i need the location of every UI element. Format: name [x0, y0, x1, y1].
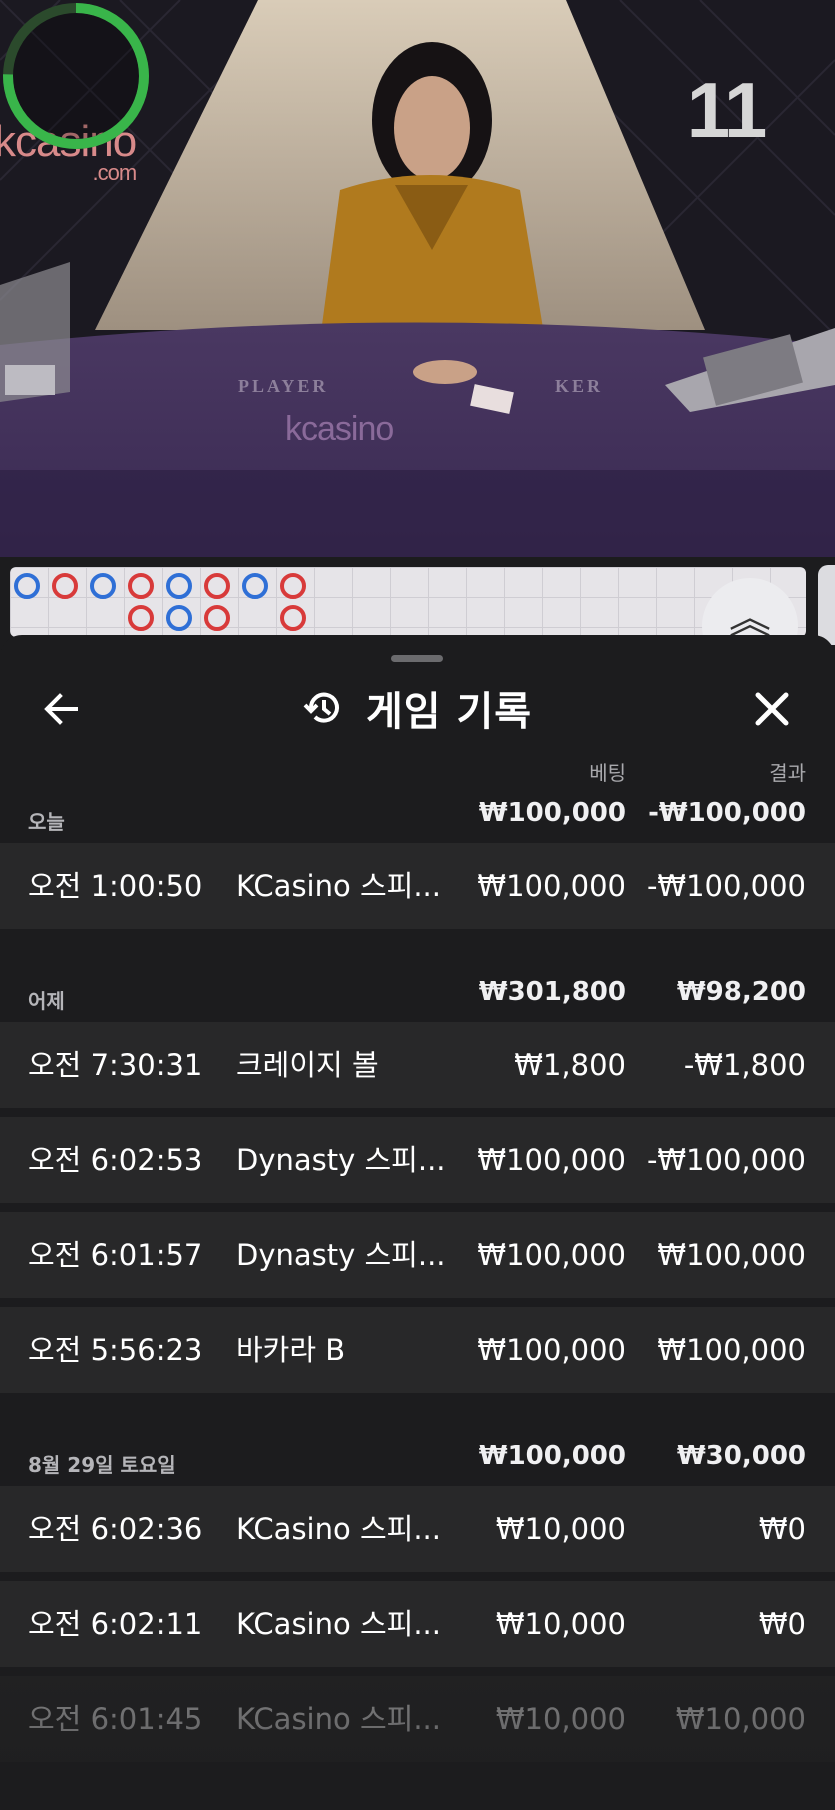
bead-banker — [128, 605, 154, 631]
sheet-drag-handle[interactable] — [391, 655, 443, 662]
sheet-header: 게임 기록 — [0, 679, 835, 737]
column-header-bet: 베팅 — [589, 761, 626, 785]
row-game: Dynasty 스피... — [236, 1143, 446, 1177]
row-bet: ₩10,000 — [495, 1702, 626, 1736]
row-time: 오전 6:02:53 — [28, 1143, 203, 1177]
row-time: 오전 6:01:57 — [28, 1238, 203, 1272]
bead-banker — [128, 573, 154, 599]
section-total-bet: ₩100,000 — [478, 798, 626, 828]
row-result: -₩1,800 — [683, 1048, 806, 1082]
page-title: 게임 기록 — [365, 689, 533, 735]
row-game: Dynasty 스피... — [236, 1238, 446, 1272]
row-result: -₩100,000 — [646, 1143, 806, 1177]
section-total-bet: ₩301,800 — [478, 977, 626, 1007]
bead-banker — [204, 573, 230, 599]
row-bet: ₩1,800 — [514, 1048, 626, 1082]
row-bet: ₩100,000 — [477, 1238, 626, 1272]
row-time: 오전 5:56:23 — [28, 1333, 203, 1367]
row-game: 바카라 B — [236, 1333, 346, 1367]
row-result: ₩100,000 — [657, 1238, 806, 1272]
bead-road-map[interactable] — [10, 567, 806, 637]
row-game: KCasino 스피... — [236, 1512, 441, 1546]
history-clock-icon — [303, 692, 339, 723]
section-total-result: ₩98,200 — [676, 977, 806, 1007]
history-row[interactable]: 오전 5:56:23 바카라 B ₩100,000 ₩100,000 — [0, 1307, 835, 1393]
section-date-label: 어제 — [28, 989, 65, 1013]
row-bet: ₩100,000 — [477, 1143, 626, 1177]
section-total-result: ₩30,000 — [676, 1441, 806, 1471]
history-row[interactable]: 오전 7:30:31 크레이지 볼 ₩1,800 -₩1,800 — [0, 1022, 835, 1108]
history-row[interactable]: 오전 1:00:50 KCasino 스피... ₩100,000 -₩100,… — [0, 843, 835, 929]
row-result: ₩0 — [758, 1512, 806, 1546]
history-row[interactable]: 오전 6:01:45 KCasino 스피... ₩10,000 ₩10,000 — [0, 1676, 835, 1762]
row-game: KCasino 스피... — [236, 1702, 441, 1736]
chevron-double-up-icon: ︽ — [728, 594, 771, 643]
section-total-bet: ₩100,000 — [478, 1441, 626, 1471]
row-result: ₩10,000 — [675, 1702, 806, 1736]
column-header-result: 결과 — [769, 761, 806, 785]
history-row[interactable]: 오전 6:02:11 KCasino 스피... ₩10,000 ₩0 — [0, 1581, 835, 1667]
bead-player — [242, 573, 268, 599]
bead-player — [166, 573, 192, 599]
table-label-player: PLAYER — [238, 376, 329, 396]
bead-player — [166, 605, 192, 631]
row-time: 오전 7:30:31 — [28, 1048, 203, 1082]
bead-banker — [280, 605, 306, 631]
section-date-label: 오늘 — [28, 810, 65, 834]
row-time: 오전 6:02:11 — [28, 1607, 203, 1641]
bead-banker — [52, 573, 78, 599]
bead-banker — [204, 605, 230, 631]
row-game: KCasino 스피... — [236, 869, 441, 903]
bead-player — [14, 573, 40, 599]
row-result: -₩100,000 — [646, 869, 806, 903]
row-bet: ₩100,000 — [477, 1333, 626, 1367]
live-video-feed: kcasino .com PLAYER KER kcasino 11 — [0, 0, 835, 557]
row-bet: ₩100,000 — [477, 869, 626, 903]
history-row[interactable]: 오전 6:02:36 KCasino 스피... ₩10,000 ₩0 — [0, 1486, 835, 1572]
side-panel-edge[interactable] — [818, 565, 835, 645]
section-total-result: -₩100,000 — [648, 798, 806, 828]
countdown-timer-ring — [3, 3, 149, 149]
row-game: 크레이지 볼 — [236, 1048, 379, 1082]
game-history-sheet: 게임 기록 베팅 결과 오늘 ₩100,000 -₩100,000 오전 1:0… — [0, 635, 835, 1810]
section-date-label: 8월 29일 토요일 — [28, 1453, 176, 1477]
row-result: ₩0 — [758, 1607, 806, 1641]
row-time: 오전 1:00:50 — [28, 869, 203, 903]
history-row[interactable]: 오전 6:02:53 Dynasty 스피... ₩100,000 -₩100,… — [0, 1117, 835, 1203]
row-time: 오전 6:01:45 — [28, 1702, 203, 1736]
row-game: KCasino 스피... — [236, 1607, 441, 1641]
table-label-banker: KER — [555, 376, 604, 396]
bead-banker — [280, 573, 306, 599]
row-result: ₩100,000 — [657, 1333, 806, 1367]
bead-player — [90, 573, 116, 599]
history-row[interactable]: 오전 6:01:57 Dynasty 스피... ₩100,000 ₩100,0… — [0, 1212, 835, 1298]
countdown-timer-value: 11 — [686, 66, 767, 154]
table-brand-logo: kcasino — [285, 410, 394, 448]
close-icon — [755, 692, 789, 726]
row-time: 오전 6:02:36 — [28, 1512, 203, 1546]
row-bet: ₩10,000 — [495, 1607, 626, 1641]
close-button[interactable] — [748, 685, 796, 733]
row-bet: ₩10,000 — [495, 1512, 626, 1546]
